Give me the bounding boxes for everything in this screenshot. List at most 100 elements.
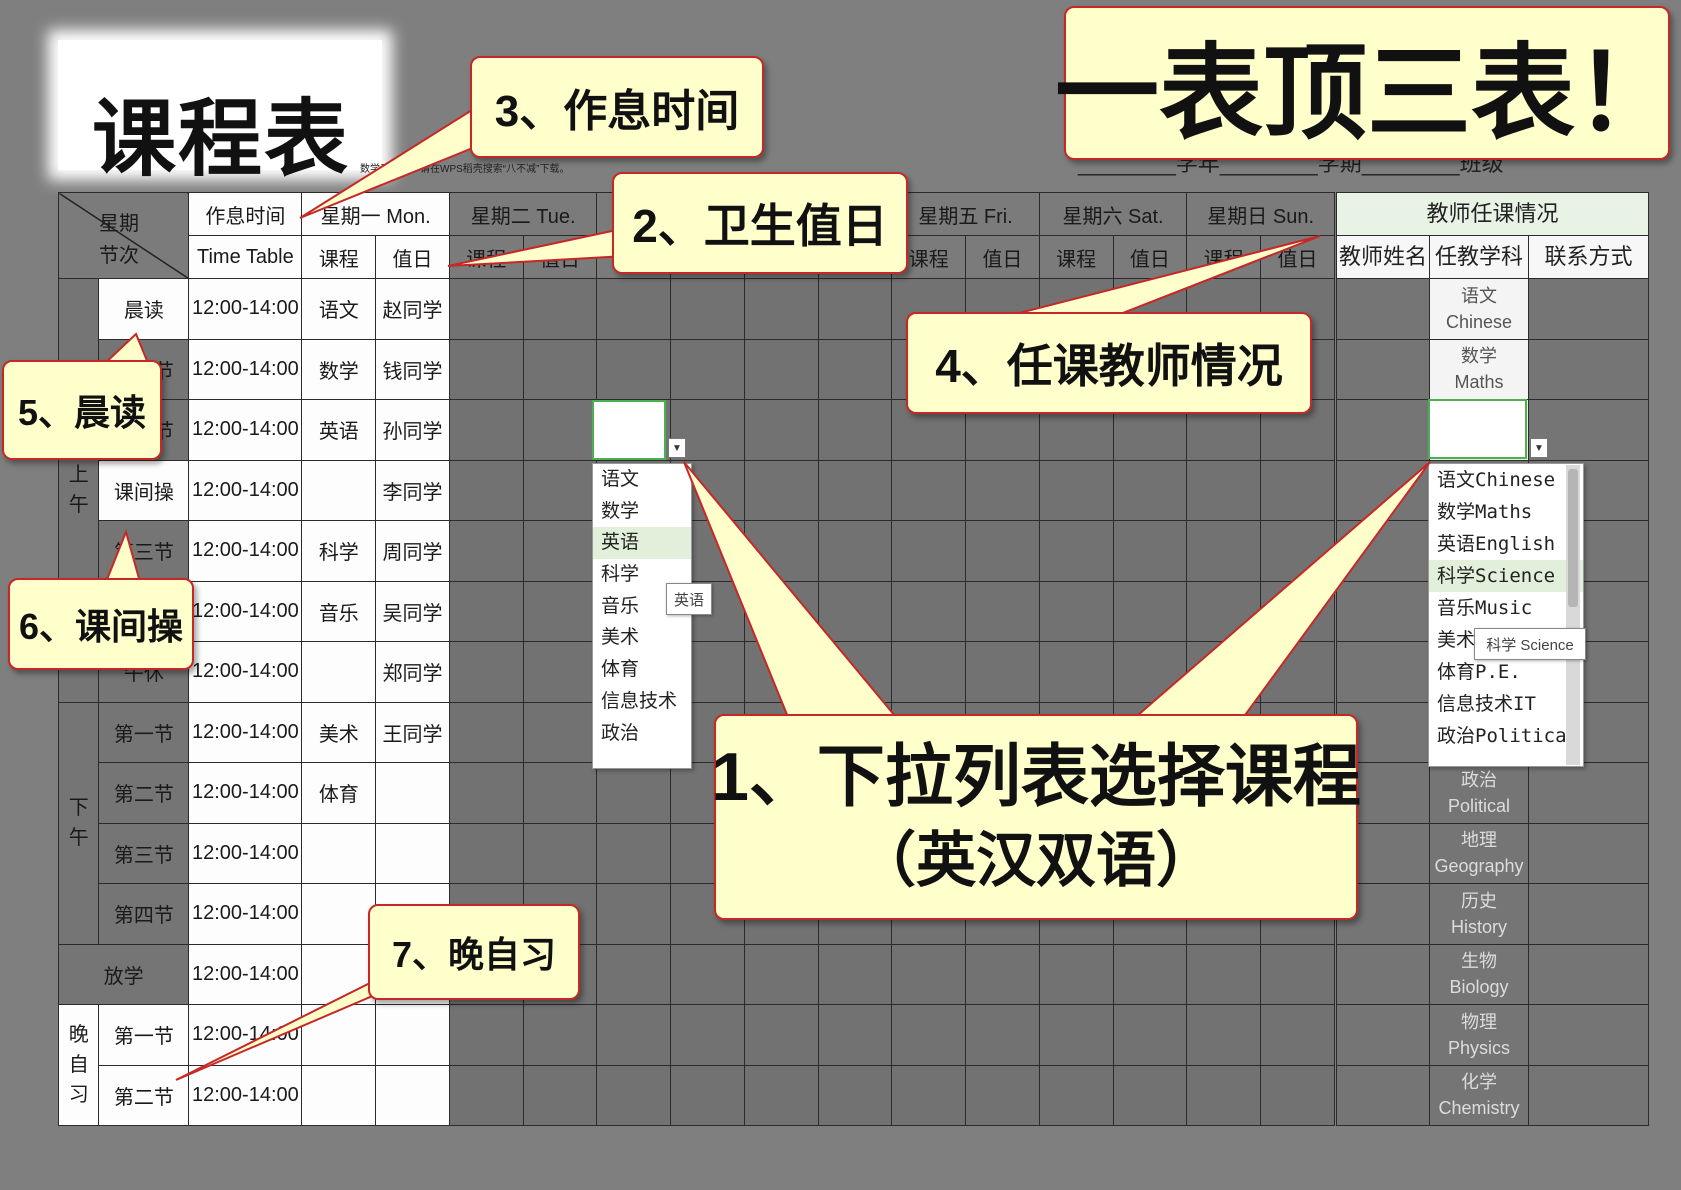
time-cell[interactable]: 12:00-14:00 bbox=[188, 883, 303, 945]
schedule-cell[interactable] bbox=[522, 822, 598, 884]
schedule-cell[interactable] bbox=[596, 943, 672, 1005]
schedule-cell[interactable] bbox=[743, 1004, 819, 1066]
schedule-cell[interactable] bbox=[596, 1064, 672, 1126]
schedule-cell[interactable] bbox=[891, 1064, 967, 1126]
schedule-cell[interactable] bbox=[522, 520, 598, 582]
schedule-cell[interactable] bbox=[965, 580, 1040, 642]
time-cell[interactable]: 12:00-14:00 bbox=[188, 701, 303, 763]
schedule-cell[interactable] bbox=[1038, 1004, 1114, 1066]
dropdown-option[interactable]: 信息技术 bbox=[593, 686, 691, 718]
teacher-contact-cell[interactable] bbox=[1527, 822, 1650, 884]
duty-cell[interactable]: 李同学 bbox=[375, 459, 450, 521]
teacher-subject-cell[interactable]: 数学 Maths bbox=[1429, 338, 1529, 400]
teacher-contact-cell[interactable] bbox=[1527, 1064, 1650, 1126]
schedule-cell[interactable] bbox=[1186, 1004, 1262, 1066]
duty-cell[interactable] bbox=[375, 822, 450, 884]
schedule-cell[interactable] bbox=[1186, 459, 1262, 521]
dropdown-option[interactable]: 体育 bbox=[593, 654, 691, 686]
teacher-subject-cell[interactable]: 政治 Political bbox=[1429, 762, 1529, 824]
dropdown-option[interactable]: 英语English bbox=[1429, 528, 1583, 560]
time-cell[interactable]: 12:00-14:00 bbox=[188, 520, 303, 582]
course-cell[interactable] bbox=[301, 459, 377, 521]
dropdown-option[interactable]: 信息技术IT bbox=[1429, 688, 1583, 720]
schedule-cell[interactable] bbox=[1112, 520, 1188, 582]
time-cell[interactable]: 12:00-14:00 bbox=[188, 278, 303, 340]
schedule-cell[interactable] bbox=[1186, 1064, 1262, 1126]
time-cell[interactable]: 12:00-14:00 bbox=[188, 399, 303, 461]
schedule-cell[interactable] bbox=[522, 1064, 598, 1126]
duty-cell[interactable] bbox=[375, 1064, 450, 1126]
schedule-cell[interactable] bbox=[448, 399, 524, 461]
dropdown-option[interactable]: 数学 bbox=[593, 496, 691, 528]
duty-cell[interactable] bbox=[375, 1004, 450, 1066]
schedule-cell[interactable] bbox=[965, 459, 1040, 521]
schedule-cell[interactable] bbox=[448, 278, 524, 340]
schedule-cell[interactable] bbox=[891, 641, 967, 703]
schedule-cell[interactable] bbox=[522, 278, 598, 340]
dropdown-option[interactable]: 体育P.E. bbox=[1429, 656, 1583, 688]
teacher-name-cell[interactable] bbox=[1336, 641, 1430, 703]
schedule-cell[interactable] bbox=[1186, 520, 1262, 582]
schedule-cell[interactable] bbox=[1038, 459, 1114, 521]
teacher-subject-cell[interactable]: 化学 Chemistry bbox=[1429, 1064, 1529, 1126]
duty-cell[interactable]: 王同学 bbox=[375, 701, 450, 763]
duty-cell[interactable]: 钱同学 bbox=[375, 338, 450, 400]
schedule-cell[interactable] bbox=[1112, 459, 1188, 521]
course-cell[interactable] bbox=[301, 1004, 377, 1066]
schedule-cell[interactable] bbox=[448, 822, 524, 884]
course-cell[interactable]: 科学 bbox=[301, 520, 377, 582]
schedule-cell[interactable] bbox=[1038, 943, 1114, 1005]
schedule-cell[interactable] bbox=[522, 580, 598, 642]
schedule-cell[interactable] bbox=[596, 822, 672, 884]
schedule-cell[interactable] bbox=[743, 1064, 819, 1126]
dropdown-option[interactable]: 美术 bbox=[593, 622, 691, 654]
teacher-name-cell[interactable] bbox=[1336, 459, 1430, 521]
schedule-cell[interactable] bbox=[1112, 1004, 1188, 1066]
course-cell[interactable] bbox=[301, 641, 377, 703]
schedule-cell[interactable] bbox=[1112, 1064, 1188, 1126]
schedule-cell[interactable] bbox=[891, 580, 967, 642]
schedule-cell[interactable] bbox=[743, 943, 819, 1005]
schedule-cell[interactable] bbox=[743, 459, 819, 521]
teacher-subject-cell[interactable]: 地理 Geography bbox=[1429, 822, 1529, 884]
teacher-contact-cell[interactable] bbox=[1527, 338, 1650, 400]
teacher-name-cell[interactable] bbox=[1336, 580, 1430, 642]
teacher-subject-cell[interactable]: 语文 Chinese bbox=[1429, 278, 1529, 340]
schedule-cell[interactable] bbox=[522, 338, 598, 400]
schedule-cell[interactable] bbox=[448, 1004, 524, 1066]
schedule-cell[interactable] bbox=[1112, 641, 1188, 703]
teacher-subject-cell[interactable]: 生物 Biology bbox=[1429, 943, 1529, 1005]
schedule-cell[interactable] bbox=[817, 1004, 893, 1066]
schedule-cell[interactable] bbox=[670, 943, 745, 1005]
schedule-cell[interactable] bbox=[743, 520, 819, 582]
schedule-cell[interactable] bbox=[522, 762, 598, 824]
course-dropdown-list[interactable]: 语文 数学 英语 科学 音乐 美术 体育 信息技术 政治 bbox=[592, 463, 692, 769]
teacher-name-cell[interactable] bbox=[1336, 1064, 1430, 1126]
schedule-cell[interactable] bbox=[1260, 459, 1335, 521]
teacher-name-cell[interactable] bbox=[1336, 943, 1430, 1005]
dropdown-option[interactable]: 音乐Music bbox=[1429, 592, 1583, 624]
schedule-cell[interactable] bbox=[1038, 580, 1114, 642]
teacher-contact-cell[interactable] bbox=[1527, 762, 1650, 824]
schedule-cell[interactable] bbox=[670, 278, 745, 340]
subject-cell-selected[interactable] bbox=[1428, 399, 1527, 459]
course-cell[interactable]: 美术 bbox=[301, 701, 377, 763]
schedule-cell[interactable] bbox=[1260, 520, 1335, 582]
schedule-cell[interactable] bbox=[670, 338, 745, 400]
schedule-cell[interactable] bbox=[817, 338, 893, 400]
time-cell[interactable]: 12:00-14:00 bbox=[188, 338, 303, 400]
schedule-cell[interactable] bbox=[522, 641, 598, 703]
dropdown-arrow-button[interactable]: ▼ bbox=[668, 438, 686, 458]
schedule-cell[interactable] bbox=[1186, 943, 1262, 1005]
schedule-cell[interactable] bbox=[1260, 943, 1335, 1005]
schedule-cell[interactable] bbox=[817, 943, 893, 1005]
schedule-cell[interactable] bbox=[965, 641, 1040, 703]
course-cell[interactable]: 音乐 bbox=[301, 580, 377, 642]
dropdown-option[interactable]: 政治Political bbox=[1429, 720, 1583, 752]
teacher-contact-cell[interactable] bbox=[1527, 1004, 1650, 1066]
schedule-cell[interactable] bbox=[1038, 1064, 1114, 1126]
schedule-cell[interactable] bbox=[448, 641, 524, 703]
duty-cell[interactable]: 周同学 bbox=[375, 520, 450, 582]
teacher-name-cell[interactable] bbox=[1336, 338, 1430, 400]
teacher-name-cell[interactable] bbox=[1336, 278, 1430, 340]
